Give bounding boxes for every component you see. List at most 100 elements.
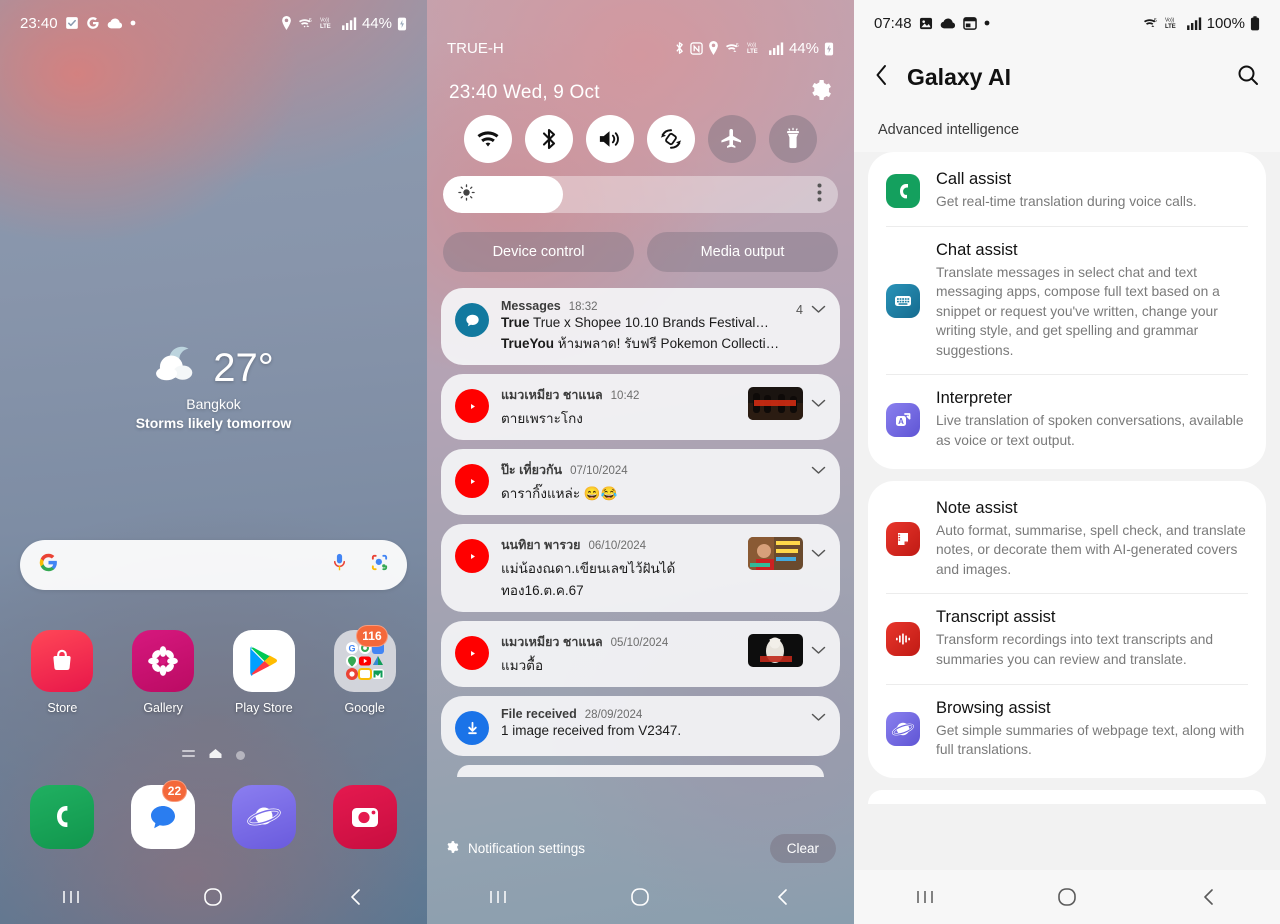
chevron-down-icon[interactable] bbox=[811, 545, 826, 563]
weather-description: Storms likely tomorrow bbox=[135, 415, 292, 431]
auto-rotate-toggle[interactable] bbox=[647, 115, 696, 163]
nfc-icon bbox=[690, 41, 703, 55]
dock-camera[interactable] bbox=[322, 785, 408, 849]
page-dot[interactable] bbox=[236, 750, 245, 760]
chevron-down-icon[interactable] bbox=[811, 709, 826, 727]
media-output-button[interactable]: Media output bbox=[647, 232, 838, 272]
gear-icon[interactable] bbox=[808, 78, 832, 107]
ai-item-browsing-assist[interactable]: Browsing assist Get simple summaries of … bbox=[868, 685, 1266, 774]
notification-item[interactable]: ป๊ะ เที่ยวกัน 07/10/2024 ดารากิ๊งแหล่ะ 😄… bbox=[441, 449, 840, 515]
notification-item[interactable]: แมวเหมียว ชาแนล 05/10/2024 แมวตื้อ bbox=[441, 621, 840, 687]
bluetooth-toggle[interactable] bbox=[524, 115, 573, 163]
widgets-page-dot[interactable] bbox=[182, 746, 195, 764]
svg-text:LTE: LTE bbox=[1165, 24, 1176, 30]
airplane-mode-toggle[interactable] bbox=[708, 115, 757, 163]
notification-item-partial[interactable] bbox=[457, 765, 824, 777]
notification-text: แม่น้องณดา.เขียนเลขไว้ฝันได้ทอง16.ต.ค.67 bbox=[501, 561, 676, 598]
chevron-down-icon[interactable] bbox=[811, 642, 826, 660]
samsung-internet-icon bbox=[231, 785, 296, 849]
notification-app-name: แมวเหมียว ชาแนล bbox=[501, 388, 603, 402]
ai-item-transcript-assist[interactable]: Transcript assist Transform recordings i… bbox=[868, 594, 1266, 683]
settings-header: Galaxy AI bbox=[854, 46, 1280, 108]
notification-item[interactable]: แมวเหมียว ชาแนล 10:42 ตายเพราะโกง bbox=[441, 374, 840, 440]
dock-internet[interactable] bbox=[221, 785, 307, 849]
dot-icon bbox=[984, 20, 990, 26]
home-icon[interactable] bbox=[1032, 886, 1102, 908]
brightness-slider[interactable] bbox=[443, 176, 838, 213]
quick-panel: TRUE-H 6 Vo)) LTE 44% 23:40 Wed, 9 Oct D… bbox=[427, 0, 854, 924]
app-gallery[interactable]: Gallery bbox=[120, 630, 206, 715]
ai-item-call-assist[interactable]: Call assist Get real-time translation du… bbox=[868, 156, 1266, 226]
recents-icon[interactable] bbox=[463, 887, 533, 907]
notification-time: 05/10/2024 bbox=[610, 637, 669, 649]
chevron-down-icon[interactable] bbox=[811, 395, 826, 413]
ai-features-card-group-2: Note assist Auto format, summarise, spel… bbox=[868, 480, 1266, 778]
svg-text:G: G bbox=[348, 644, 355, 654]
ai-item-chat-assist[interactable]: Chat assist Translate messages in select… bbox=[868, 227, 1266, 375]
wifi-toggle[interactable] bbox=[463, 115, 512, 163]
device-control-button[interactable]: Device control bbox=[443, 232, 634, 272]
dock-phone[interactable] bbox=[19, 785, 105, 849]
notification-text: ดารากิ๊งแหล่ะ 😄😂 bbox=[501, 486, 618, 501]
notification-item[interactable]: Messages 18:32 True True x Shopee 10.10 … bbox=[441, 288, 840, 365]
app-folder-google[interactable]: G 116 Google bbox=[322, 625, 408, 715]
chevron-down-icon[interactable] bbox=[811, 462, 826, 480]
home-icon[interactable] bbox=[178, 886, 248, 908]
home-app-row: Store Gallery Play Store G 116 Google bbox=[0, 625, 427, 715]
signal-icon bbox=[769, 41, 784, 55]
notification-text: ตายเพราะโกง bbox=[501, 411, 583, 426]
youtube-icon bbox=[455, 464, 489, 498]
quick-panel-footer: Notification settings Clear bbox=[427, 826, 854, 870]
ai-item-interpreter[interactable]: A Interpreter Live translation of spoken… bbox=[868, 375, 1266, 464]
svg-text:LTE: LTE bbox=[747, 49, 758, 55]
app-store[interactable]: Store bbox=[19, 630, 105, 715]
back-icon[interactable] bbox=[321, 887, 391, 907]
brightness-fill bbox=[443, 176, 563, 213]
chevron-down-icon[interactable] bbox=[811, 301, 826, 319]
quick-panel-clock[interactable]: 23:40 Wed, 9 Oct bbox=[449, 82, 600, 104]
weather-widget[interactable]: 27° Bangkok Storms likely tomorrow bbox=[0, 345, 427, 431]
clear-button[interactable]: Clear bbox=[769, 833, 836, 863]
notification-settings-button[interactable]: Notification settings bbox=[445, 840, 585, 857]
volte-icon: Vo)) LTE bbox=[320, 16, 337, 30]
back-icon[interactable] bbox=[1174, 887, 1244, 907]
quick-panel-status-bar: TRUE-H 6 Vo)) LTE 44% bbox=[427, 34, 854, 62]
microphone-icon[interactable] bbox=[331, 553, 348, 577]
ai-feature-name: Note assist bbox=[936, 498, 1018, 517]
notification-item[interactable]: File received 28/09/2024 1 image receive… bbox=[441, 696, 840, 756]
status-battery-percent: 100% bbox=[1206, 14, 1245, 32]
ai-feature-description: Get real-time translation during voice c… bbox=[936, 194, 1197, 209]
wifi-calling-icon: 6 bbox=[297, 16, 315, 30]
app-label: Gallery bbox=[143, 701, 183, 715]
partly-cloudy-night-icon bbox=[153, 345, 203, 390]
notification-item[interactable]: นนทิยา พารวย 06/10/2024 แม่น้องณดา.เขียน… bbox=[441, 524, 840, 612]
flashlight-toggle[interactable] bbox=[769, 115, 818, 163]
quick-panel-buttons: Device control Media output bbox=[443, 232, 838, 272]
home-icon[interactable] bbox=[605, 886, 675, 908]
ai-feature-name: Call assist bbox=[936, 170, 1012, 188]
ai-features-card-group-3-partial[interactable] bbox=[868, 789, 1266, 804]
dock-messages[interactable]: 22 bbox=[120, 780, 206, 849]
google-g-icon bbox=[86, 16, 100, 30]
notification-list: Messages 18:32 True True x Shopee 10.10 … bbox=[441, 288, 840, 872]
status-time: 07:48 bbox=[874, 14, 912, 32]
home-page-dot[interactable] bbox=[209, 746, 222, 764]
google-logo-icon bbox=[38, 552, 59, 578]
google-search-bar[interactable] bbox=[20, 540, 407, 590]
gear-icon bbox=[445, 840, 459, 857]
notification-time: 18:32 bbox=[568, 301, 598, 313]
notification-sender: TrueYou bbox=[501, 336, 555, 351]
recents-icon[interactable] bbox=[36, 887, 106, 907]
google-lens-icon[interactable] bbox=[370, 553, 389, 577]
page-title: Galaxy AI bbox=[907, 63, 1011, 90]
sound-toggle[interactable] bbox=[585, 115, 634, 163]
home-dock: 22 bbox=[0, 780, 427, 849]
app-play-store[interactable]: Play Store bbox=[221, 630, 307, 715]
weather-city: Bangkok bbox=[186, 396, 241, 412]
recents-icon[interactable] bbox=[890, 887, 960, 907]
search-icon[interactable] bbox=[1236, 63, 1260, 92]
back-icon[interactable] bbox=[748, 887, 818, 907]
ai-item-note-assist[interactable]: Note assist Auto format, summarise, spel… bbox=[868, 485, 1266, 594]
back-chevron-icon[interactable] bbox=[874, 63, 889, 92]
more-vertical-icon[interactable] bbox=[817, 183, 822, 207]
